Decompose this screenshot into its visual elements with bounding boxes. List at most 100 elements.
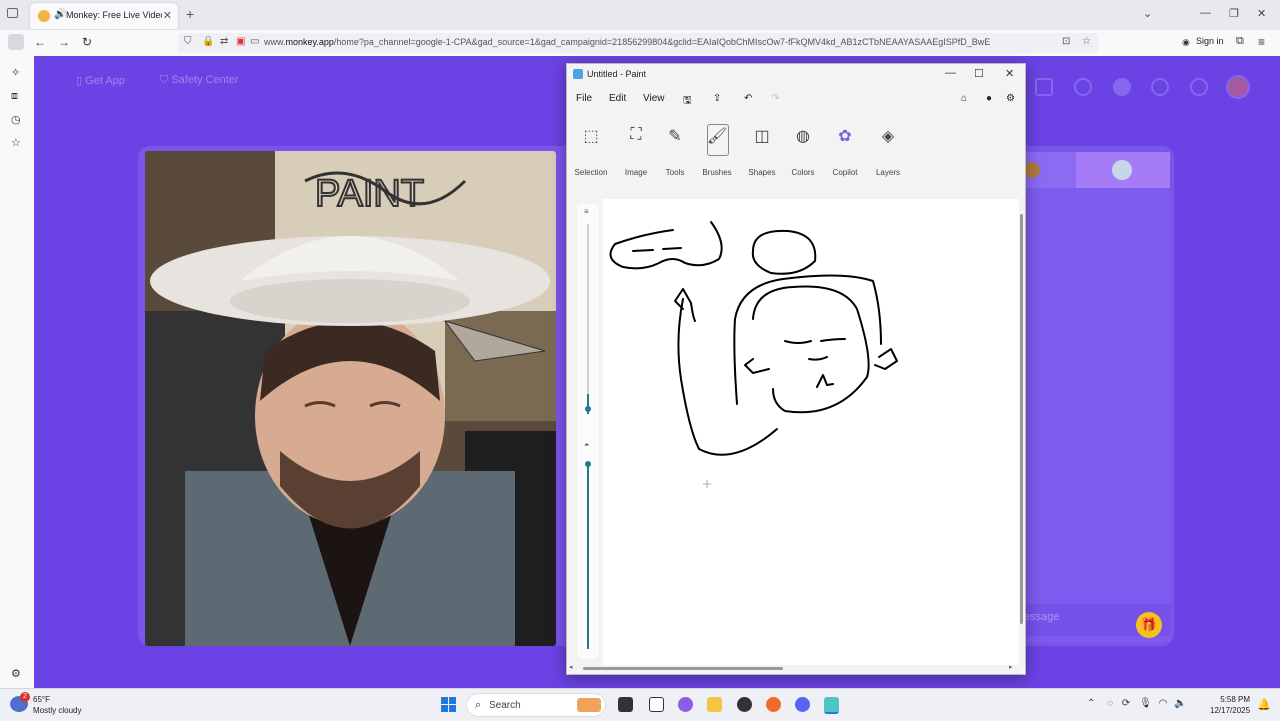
bookmarks-icon[interactable]: ☆ bbox=[11, 136, 21, 149]
address-bar[interactable]: ⛉ 🔒 ⇄ ▣ ▭ www.monkey.app/home?pa_channel… bbox=[178, 33, 1098, 53]
undo-icon[interactable]: ↶ bbox=[744, 93, 752, 104]
microphone-icon[interactable]: 🎙 bbox=[1139, 698, 1152, 709]
avatar[interactable] bbox=[1226, 75, 1250, 99]
menu-icon[interactable]: ≡ bbox=[1258, 35, 1265, 49]
menu-file[interactable]: File bbox=[576, 93, 592, 104]
wifi-icon[interactable]: ◠ bbox=[1159, 698, 1168, 709]
network-app-icon[interactable]: ◌ bbox=[1107, 698, 1113, 709]
size-slider-thumb[interactable] bbox=[585, 406, 591, 412]
copilot-app-icon[interactable] bbox=[678, 697, 693, 712]
reload-button[interactable]: ↻ bbox=[82, 35, 92, 49]
tool-layers-label: Layers bbox=[875, 168, 900, 177]
history-clock-icon[interactable] bbox=[1151, 78, 1169, 96]
task-view-icon[interactable] bbox=[618, 697, 633, 712]
search-icon: ⌕ bbox=[475, 699, 482, 711]
url-path: /home?pa_channel=google-1-CPA&gad_source… bbox=[333, 37, 991, 47]
menu-view[interactable]: View bbox=[643, 93, 665, 104]
system-tray: ⌃ ◌ ⟳ 🎙 ◠ 🔈 bbox=[1087, 698, 1187, 709]
canvas-vertical-scrollbar[interactable] bbox=[1020, 214, 1023, 624]
windows-taskbar: 2 65°F Mostly cloudy ⌕ Search ⌃ ◌ ⟳ 🎙 ◠ … bbox=[0, 688, 1280, 721]
screen-sharing-icon[interactable]: ▭ bbox=[250, 36, 259, 47]
new-tab-button[interactable]: + bbox=[186, 6, 194, 22]
paint-minimize-button[interactable]: — bbox=[945, 67, 956, 79]
menu-edit[interactable]: Edit bbox=[609, 93, 626, 104]
paint-title-bar[interactable]: Untitled - Paint — ☐ ✕ bbox=[567, 64, 1025, 84]
permissions-icon[interactable]: ⇄ bbox=[220, 36, 228, 47]
close-tab-icon[interactable]: ✕ bbox=[163, 9, 172, 22]
speaker-icon[interactable]: 🔊 bbox=[54, 9, 66, 20]
weather-widget[interactable]: 65°F Mostly cloudy bbox=[33, 694, 81, 716]
notepad-icon[interactable] bbox=[649, 697, 664, 712]
canvas-horizontal-scrollbar[interactable] bbox=[583, 667, 783, 670]
camera-sharing-icon[interactable]: ▣ bbox=[236, 36, 245, 47]
customize-sidebar-icon[interactable]: ⚙ bbox=[11, 667, 21, 680]
obs-icon[interactable] bbox=[737, 697, 752, 712]
account-avatar-icon[interactable]: ● bbox=[986, 93, 992, 104]
back-button[interactable]: ← bbox=[34, 35, 46, 49]
tray-overflow-icon[interactable]: ⌃ bbox=[1087, 698, 1095, 709]
sign-in-button[interactable]: Sign in bbox=[1196, 36, 1224, 46]
drawing-canvas[interactable] bbox=[603, 199, 1019, 665]
get-app-link[interactable]: ▯ Get App bbox=[76, 74, 125, 98]
url-prefix: www. bbox=[264, 37, 286, 47]
coin-icon[interactable] bbox=[1113, 78, 1131, 96]
tab-list-icon[interactable] bbox=[7, 8, 18, 18]
size-slider-track[interactable] bbox=[587, 224, 589, 414]
paint-close-button[interactable]: ✕ bbox=[1005, 67, 1014, 80]
shield-icon[interactable]: ⛉ bbox=[184, 36, 192, 47]
minimize-button[interactable]: — bbox=[1200, 7, 1211, 19]
file-explorer-icon[interactable] bbox=[707, 697, 722, 712]
browser-tab-bar: 🔊 Monkey: Free Live Video Ch ✕ + ⌄ — ❐ ✕ bbox=[0, 0, 1280, 30]
taskbar-search[interactable]: ⌕ Search bbox=[466, 693, 606, 717]
save-icon[interactable]: 🖫 bbox=[683, 93, 692, 110]
chat-tab-active[interactable] bbox=[1076, 152, 1170, 188]
canvas-drawing bbox=[609, 221, 898, 488]
paint-maximize-button[interactable]: ☐ bbox=[974, 67, 984, 80]
extensions-icon[interactable]: ⧉ bbox=[1236, 35, 1244, 48]
account-icon[interactable]: ◉ bbox=[1182, 37, 1190, 48]
share-icon[interactable]: ⇪ bbox=[713, 93, 721, 104]
scroll-right-icon[interactable]: ▸ bbox=[1009, 663, 1013, 671]
history-icon[interactable]: ◷ bbox=[11, 113, 21, 126]
discord-icon[interactable] bbox=[795, 697, 810, 712]
bookmark-star-icon[interactable]: ☆ bbox=[1082, 36, 1091, 47]
safety-center-link[interactable]: ⛉ Safety Center bbox=[160, 74, 239, 98]
close-window-button[interactable]: ✕ bbox=[1257, 7, 1266, 20]
notification-icon[interactable]: 🔔 bbox=[1257, 698, 1271, 711]
paint-taskbar-icon[interactable] bbox=[824, 697, 839, 714]
ai-chatbot-icon[interactable]: ✧ bbox=[11, 66, 20, 79]
feedback-icon[interactable]: ⌂ bbox=[961, 93, 967, 104]
paint-app-icon bbox=[573, 69, 583, 79]
brush-size-panel: ≡ ◓ bbox=[577, 204, 599, 659]
list-all-tabs-icon[interactable]: ⌄ bbox=[1143, 7, 1152, 20]
chat-icon[interactable] bbox=[1190, 78, 1208, 96]
sidebar-toggle-icon[interactable] bbox=[8, 34, 24, 50]
forward-button[interactable]: → bbox=[58, 35, 70, 49]
tool-brushes[interactable]: 🖌 Brushes bbox=[692, 126, 742, 177]
opacity-slider-thumb[interactable] bbox=[585, 461, 591, 467]
start-button[interactable] bbox=[441, 697, 456, 712]
save-to-pocket-icon[interactable]: ⊡ bbox=[1062, 36, 1070, 47]
scroll-left-icon[interactable]: ◂ bbox=[569, 663, 573, 671]
opacity-slider-fill[interactable] bbox=[587, 464, 589, 649]
self-avatar[interactable] bbox=[1024, 162, 1040, 178]
time: 5:58 PM bbox=[1220, 695, 1251, 704]
tool-selection[interactable]: ⬚ Selection bbox=[566, 126, 616, 177]
url-text[interactable]: www.monkey.app/home?pa_channel=google-1-… bbox=[264, 37, 990, 47]
settings-gear-icon[interactable]: ⚙ bbox=[1006, 93, 1015, 104]
maximize-button[interactable]: ❐ bbox=[1229, 7, 1239, 20]
volume-icon[interactable]: 🔈 bbox=[1174, 698, 1186, 709]
sync-icon[interactable]: ⟳ bbox=[1122, 698, 1130, 709]
search-icon[interactable] bbox=[1074, 78, 1092, 96]
search-label: Search bbox=[489, 700, 521, 711]
browser-tab[interactable]: 🔊 Monkey: Free Live Video Ch ✕ bbox=[30, 3, 178, 29]
monkey-favicon-icon bbox=[38, 10, 50, 22]
firefox-icon[interactable] bbox=[766, 697, 781, 712]
tool-layers[interactable]: ◈ Layers bbox=[863, 126, 913, 177]
taskbar-clock[interactable]: 5:58 PM 12/17/2025 bbox=[1210, 694, 1250, 716]
lock-icon[interactable]: 🔒 bbox=[202, 36, 214, 47]
gift-icon[interactable]: 🎁 bbox=[1136, 612, 1162, 638]
synced-tabs-icon[interactable]: ⧈ bbox=[11, 90, 18, 103]
shop-icon[interactable] bbox=[1035, 78, 1053, 96]
redo-icon[interactable]: ↷ bbox=[771, 93, 779, 104]
